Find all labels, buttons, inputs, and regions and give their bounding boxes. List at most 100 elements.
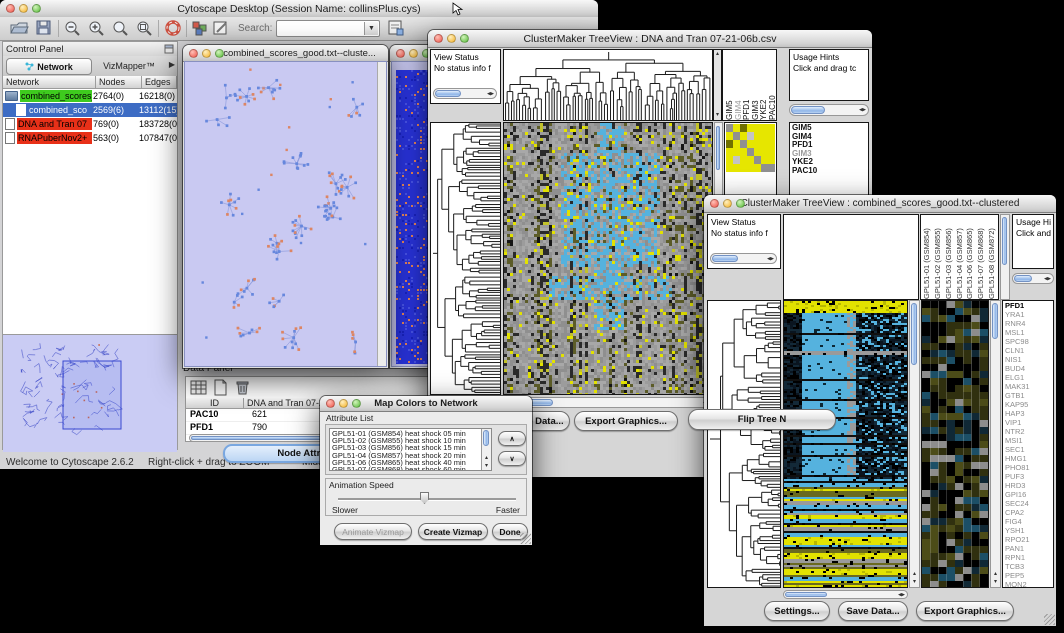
- minimize-icon[interactable]: [339, 399, 348, 408]
- col-edges[interactable]: Edges: [142, 76, 177, 89]
- tv2-view-status-scrollbar[interactable]: ◂▸: [710, 253, 777, 264]
- attribute-list-item[interactable]: GPL51-04 (GSM857) heat shock 20 min: [330, 452, 491, 459]
- window-controls[interactable]: [326, 399, 361, 408]
- move-down-button[interactable]: ∨: [498, 451, 526, 466]
- zoom-fit-icon[interactable]: [136, 20, 154, 36]
- close-icon[interactable]: [434, 34, 443, 43]
- tab-network[interactable]: Network: [6, 58, 92, 75]
- tv2-gene-label[interactable]: PAN1: [1003, 544, 1053, 553]
- tv2-gene-label[interactable]: NTR2: [1003, 427, 1053, 436]
- float-panel-icon[interactable]: [164, 44, 174, 54]
- tv2-gene-label[interactable]: HMG1: [1003, 454, 1053, 463]
- zoom-window-icon[interactable]: [352, 399, 361, 408]
- network-row[interactable]: combined_scores_2764(0)16218(0): [3, 89, 177, 103]
- tv2-gene-label[interactable]: VIP1: [1003, 418, 1053, 427]
- zoom-selected-icon[interactable]: [112, 20, 130, 36]
- attribute-list-item[interactable]: GPL51-01 (GSM854) heat shock 05 min: [330, 430, 491, 437]
- tv1-column-label[interactable]: GIM5: [725, 50, 734, 120]
- annotation-icon[interactable]: [213, 20, 230, 36]
- window-controls[interactable]: [396, 49, 431, 58]
- col-network[interactable]: Network: [3, 76, 96, 89]
- move-up-button[interactable]: ∧: [498, 431, 526, 446]
- tv2-gene-label[interactable]: GTB1: [1003, 391, 1053, 400]
- trash-icon[interactable]: [234, 379, 252, 396]
- tv2-gene-label[interactable]: SEC24: [1003, 499, 1053, 508]
- tv1-zoom-scroll-strip[interactable]: ▴▾: [713, 49, 722, 121]
- tv2-gene-label[interactable]: CPA2: [1003, 508, 1053, 517]
- tv1-column-label[interactable]: GIM4: [734, 50, 743, 120]
- tv2-gene-label[interactable]: PHO81: [1003, 463, 1053, 472]
- tv2-usage-hints-scrollbar[interactable]: ◂▸: [1012, 273, 1054, 284]
- tv2-gene-label[interactable]: GPI16: [1003, 490, 1053, 499]
- tv2-gene-label[interactable]: HAP3: [1003, 409, 1053, 418]
- network-row[interactable]: RNAPuberNov2+563(0)107847(0): [3, 131, 177, 145]
- create-vizmap-button[interactable]: Create Vizmap: [418, 523, 488, 540]
- tv2-zoom-view[interactable]: [921, 300, 989, 588]
- zoom-window-icon[interactable]: [736, 199, 745, 208]
- minimize-icon[interactable]: [409, 49, 418, 58]
- window-controls[interactable]: [434, 34, 469, 43]
- close-icon[interactable]: [6, 4, 15, 13]
- tv1-row-dendrogram[interactable]: [430, 122, 501, 395]
- tv1-column-label[interactable]: PAC10: [768, 50, 777, 120]
- tv2-export-graphics-button[interactable]: Export Graphics...: [916, 601, 1014, 621]
- attribute-list-item[interactable]: GPL51-03 (GSM856) heat shock 15 min: [330, 444, 491, 451]
- new-document-icon[interactable]: [212, 379, 230, 396]
- search-combobox[interactable]: ▼: [276, 20, 380, 37]
- tv2-column-label[interactable]: GPL51-08 (GSM872): [987, 215, 998, 299]
- close-icon[interactable]: [189, 49, 198, 58]
- treeview1-title-bar[interactable]: ClusterMaker TreeView : DNA and Tran 07-…: [428, 30, 872, 48]
- search-input[interactable]: [278, 22, 366, 35]
- resize-grip-icon[interactable]: [520, 533, 531, 544]
- col-nodes[interactable]: Nodes: [96, 76, 142, 89]
- tv2-gene-label[interactable]: MSL1: [1003, 328, 1053, 337]
- tv1-row-label[interactable]: PAC10: [792, 167, 868, 176]
- tv2-gene-label[interactable]: NIS1: [1003, 355, 1053, 364]
- tv1-view-status-scrollbar[interactable]: ◂▸: [433, 88, 497, 99]
- dropdown-arrow-icon[interactable]: ▼: [364, 22, 378, 35]
- minimize-icon[interactable]: [202, 49, 211, 58]
- tv2-column-label[interactable]: GPL51-04 (GSM857): [955, 215, 966, 299]
- tv2-gene-label[interactable]: PUF3: [1003, 472, 1053, 481]
- tv2-gene-label[interactable]: RNR4: [1003, 319, 1053, 328]
- close-icon[interactable]: [710, 199, 719, 208]
- network-overview-panel[interactable]: [3, 334, 177, 452]
- tv2-column-label[interactable]: GPL51-03 (GSM856): [944, 215, 955, 299]
- dialog-title-bar[interactable]: Map Colors to Network: [320, 396, 532, 412]
- resize-grip-icon[interactable]: [1044, 614, 1055, 625]
- data-col-id[interactable]: ID: [186, 398, 244, 409]
- tv2-gene-label[interactable]: RPO21: [1003, 535, 1053, 544]
- attribute-browser-icon[interactable]: [388, 20, 405, 36]
- table-icon[interactable]: [190, 379, 208, 396]
- tv2-column-label[interactable]: GPL51-02 (GSM855): [933, 215, 944, 299]
- tv1-column-label[interactable]: PFD1: [742, 50, 751, 120]
- close-icon[interactable]: [396, 49, 405, 58]
- main-title-bar[interactable]: Cytoscape Desktop (Session Name: collins…: [0, 0, 598, 18]
- tv1-flip-tree-button[interactable]: Flip Tree N: [688, 409, 836, 430]
- minimize-icon[interactable]: [447, 34, 456, 43]
- tab-vizmapper[interactable]: VizMapper™: [93, 58, 165, 73]
- animate-vizmap-button[interactable]: Animate Vizmap: [334, 523, 412, 540]
- window-controls[interactable]: [6, 4, 41, 13]
- zoom-out-icon[interactable]: [64, 20, 82, 36]
- window-controls[interactable]: [189, 49, 224, 58]
- network-row[interactable]: DNA and Tran 07769(0)183728(0): [3, 117, 177, 131]
- tv2-gene-label[interactable]: YRA1: [1003, 310, 1053, 319]
- tab-more-button[interactable]: ▶: [169, 60, 175, 69]
- attribute-listbox[interactable]: GPL51-01 (GSM854) heat shock 05 min GPL51…: [329, 428, 492, 471]
- tv2-column-label[interactable]: GPL51-06 (GSM865): [965, 215, 976, 299]
- tv1-column-label[interactable]: YKE2: [759, 50, 768, 120]
- tv2-column-label[interactable]: GPL51-01 (GSM854): [922, 215, 933, 299]
- vizmapper-icon[interactable]: [192, 21, 208, 36]
- network-window-title-bar[interactable]: combined_scores_good.txt--cluste...: [183, 45, 388, 62]
- treeview2-title-bar[interactable]: ClusterMaker TreeView : combined_scores_…: [704, 195, 1056, 213]
- open-file-icon[interactable]: [10, 20, 29, 36]
- help-ring-icon[interactable]: [165, 20, 182, 36]
- tv2-gene-labels-vscrollbar[interactable]: ▴▾: [990, 300, 1001, 588]
- attribute-list-item[interactable]: GPL51-06 (GSM865) heat shock 40 min: [330, 459, 491, 466]
- minimize-icon[interactable]: [19, 4, 28, 13]
- tv2-gene-label[interactable]: SPC98: [1003, 337, 1053, 346]
- tv2-gene-label[interactable]: FIG4: [1003, 517, 1053, 526]
- tv2-heatmap-hscrollbar[interactable]: ◂▸: [783, 590, 908, 599]
- network-canvas-area[interactable]: [184, 61, 387, 367]
